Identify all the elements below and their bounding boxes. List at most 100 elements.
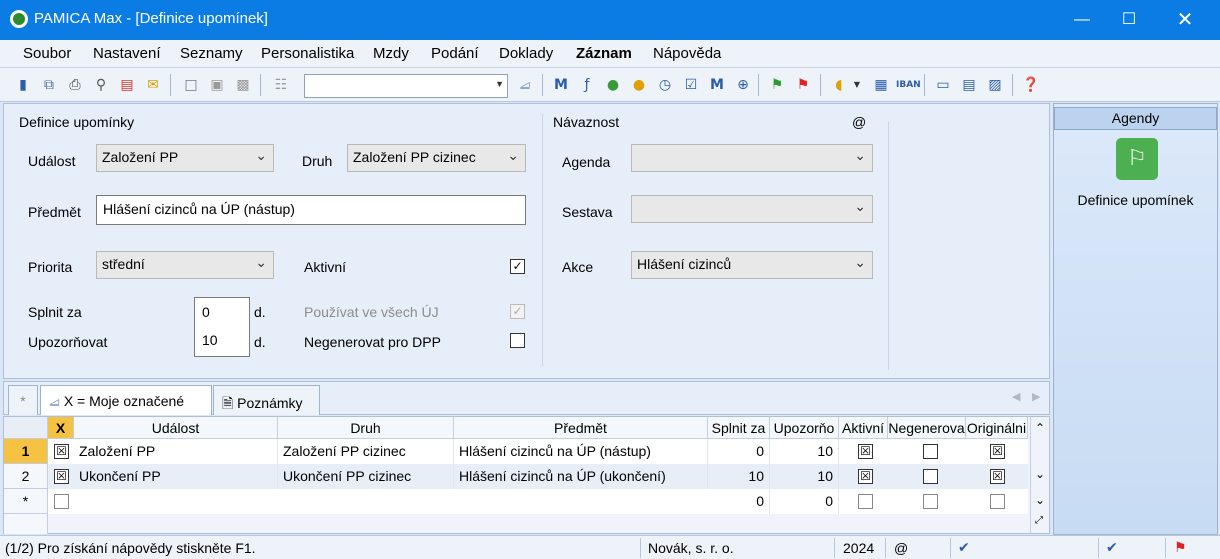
print-icon[interactable]: ⎙ [64, 74, 86, 96]
menu-nastaveni[interactable]: Nastavení [93, 45, 161, 62]
column-header-upozornovat[interactable]: Upozorňo [770, 417, 839, 439]
flag-green-icon[interactable]: ⚑ [766, 74, 788, 96]
toolbar-combo[interactable]: ▼ [304, 74, 508, 98]
layout-icon[interactable]: ▤ [958, 74, 980, 96]
udalost-select[interactable]: Založení PP ⌄ [96, 144, 274, 172]
m-clock-icon[interactable]: ◷ [654, 74, 676, 96]
menu-podani[interactable]: Podání [431, 45, 479, 62]
filter-icon[interactable]: ⧡ [514, 74, 536, 96]
row-x-checkbox[interactable] [54, 494, 69, 509]
m-icon[interactable]: M [550, 74, 572, 96]
menu-zaznam[interactable]: Záznam [576, 45, 632, 62]
agenda-label: Agenda [562, 154, 611, 170]
calculator-icon[interactable]: ▦ [870, 74, 892, 96]
column-header-x[interactable]: X [48, 417, 74, 439]
paste-icon[interactable]: ☷ [270, 74, 292, 96]
flag-red-icon[interactable]: ⚑ [792, 74, 814, 96]
row-number[interactable]: * [4, 489, 48, 514]
help-cursor-icon[interactable]: ❓ [1020, 74, 1042, 96]
column-header-predmet[interactable]: Předmět [454, 417, 708, 439]
row-number[interactable]: 2 [4, 464, 48, 489]
tab-all[interactable]: * [8, 385, 38, 415]
maximize-button[interactable]: ☐ [1106, 0, 1152, 40]
menu-mzdy[interactable]: Mzdy [373, 45, 409, 62]
row-number[interactable]: 1 [4, 439, 48, 464]
tab-scroll-right-icon[interactable]: ▶ [1032, 390, 1040, 403]
flag-icon[interactable]: ⚐ [1116, 138, 1158, 180]
agenda-select[interactable]: ⌄ [631, 144, 873, 172]
tab-poznamky[interactable]: 🗎 Poznámky [213, 385, 320, 415]
resize-icon[interactable]: ⤢ [1035, 515, 1043, 526]
check-circle-icon[interactable]: ✔ [1106, 540, 1118, 556]
cell-aktivni-checkbox[interactable]: ☒ [858, 444, 873, 459]
tab-moje-oznacene[interactable]: ⧡ X = Moje označené [40, 385, 212, 415]
column-header-udalost[interactable]: Událost [74, 417, 278, 439]
chevron-down-icon: ⌄ [507, 148, 519, 164]
panel-icon[interactable]: ▨ [984, 74, 1006, 96]
vertical-scrollbar[interactable]: ⌃ ⌄ ⌄ ⤢ [1030, 417, 1049, 533]
tab-scroll-left-icon[interactable]: ◀ [1012, 390, 1020, 403]
copy-icon[interactable]: ⧉ [38, 74, 60, 96]
minimize-button[interactable]: — [1059, 0, 1105, 40]
column-header-originalni[interactable]: Originálni [966, 417, 1028, 439]
preview-icon[interactable]: ⚲ [90, 74, 112, 96]
m-check-icon[interactable]: ☑ [680, 74, 702, 96]
cell-originalni-checkbox[interactable] [990, 494, 1005, 509]
column-header-druh[interactable]: Druh [278, 417, 454, 439]
cell-originalni-checkbox[interactable]: ☒ [990, 469, 1005, 484]
iban-icon[interactable]: IBAN [896, 74, 921, 96]
cell-negenerovat-checkbox[interactable] [923, 494, 938, 509]
predmet-input[interactable]: Hlášení cizinců na ÚP (nástup) [96, 195, 526, 225]
save-icon[interactable]: ▣ [206, 74, 228, 96]
splnit-input[interactable]: 0 [202, 304, 210, 320]
negenerovat-checkbox[interactable] [510, 333, 525, 348]
red-flag-icon[interactable]: ⚑ [1174, 540, 1187, 556]
new-icon[interactable]: □ [180, 74, 202, 96]
priorita-select[interactable]: střední ⌄ [96, 251, 274, 279]
row-x-checkbox[interactable]: ☒ [54, 444, 69, 459]
window-icon[interactable]: ▭ [932, 74, 954, 96]
user-green-icon[interactable]: ● [602, 74, 624, 96]
email-icon[interactable]: ✉ [142, 74, 164, 96]
scroll-end-icon[interactable]: ⌄ [1035, 493, 1045, 507]
table-row[interactable]: ☒ Založení PP Založení PP cizinec Hlášen… [48, 439, 1028, 464]
menu-soubor[interactable]: Soubor [23, 45, 71, 62]
sestava-select[interactable]: ⌄ [631, 195, 873, 223]
pdf-icon[interactable]: ▤ [116, 74, 138, 96]
cell-originalni-checkbox[interactable]: ☒ [990, 444, 1005, 459]
akce-select[interactable]: Hlášení cizinců ⌄ [631, 251, 873, 279]
scroll-down-icon[interactable]: ⌄ [1035, 467, 1045, 481]
upozornovat-input[interactable]: 10 [202, 332, 218, 348]
cell-aktivni-checkbox[interactable]: ☒ [858, 469, 873, 484]
cell-aktivni-checkbox[interactable] [858, 494, 873, 509]
duplicate-icon[interactable]: ▩ [232, 74, 254, 96]
fx-icon[interactable]: ƒ [576, 74, 598, 96]
user-orange-icon[interactable]: ● [628, 74, 650, 96]
druh-select[interactable]: Založení PP cizinec ⌄ [347, 144, 526, 172]
column-header-negenerovat[interactable]: Negenerova [888, 417, 966, 439]
predmet-label: Předmět [28, 204, 81, 220]
new-row[interactable]: 0 0 [48, 489, 1028, 514]
menu-seznamy[interactable]: Seznamy [180, 45, 243, 62]
menu-napoveda[interactable]: Nápověda [653, 45, 721, 62]
m-add-icon[interactable]: ⊕ [732, 74, 754, 96]
cell-negenerovat-checkbox[interactable] [923, 444, 938, 459]
m-plain-icon[interactable]: M [706, 74, 728, 96]
cell-udalost: Založení PP [74, 439, 278, 464]
row-x-checkbox[interactable]: ☒ [54, 469, 69, 484]
scroll-up-icon[interactable]: ⌃ [1035, 421, 1045, 435]
chevron-down-icon[interactable]: ▼ [846, 74, 868, 96]
chevron-down-icon: ⌄ [854, 255, 866, 271]
menu-doklady[interactable]: Doklady [499, 45, 553, 62]
exit-icon[interactable]: ▮ [12, 74, 34, 96]
cell-negenerovat-checkbox[interactable] [923, 469, 938, 484]
agendy-item-label[interactable]: Definice upomínek [1054, 192, 1217, 208]
menu-personalistika[interactable]: Personalistika [261, 45, 354, 62]
table-row[interactable]: ☒ Ukončení PP Ukončení PP cizinec Hlášen… [48, 464, 1028, 489]
edit-pen-icon[interactable]: ✔ [958, 540, 970, 556]
column-header-aktivni[interactable]: Aktivní [839, 417, 888, 439]
aktivni-checkbox[interactable]: ✓ [510, 259, 525, 274]
toolbar-separator [542, 74, 543, 96]
close-button[interactable]: ✕ [1162, 0, 1208, 40]
column-header-splnit[interactable]: Splnit za [708, 417, 770, 439]
